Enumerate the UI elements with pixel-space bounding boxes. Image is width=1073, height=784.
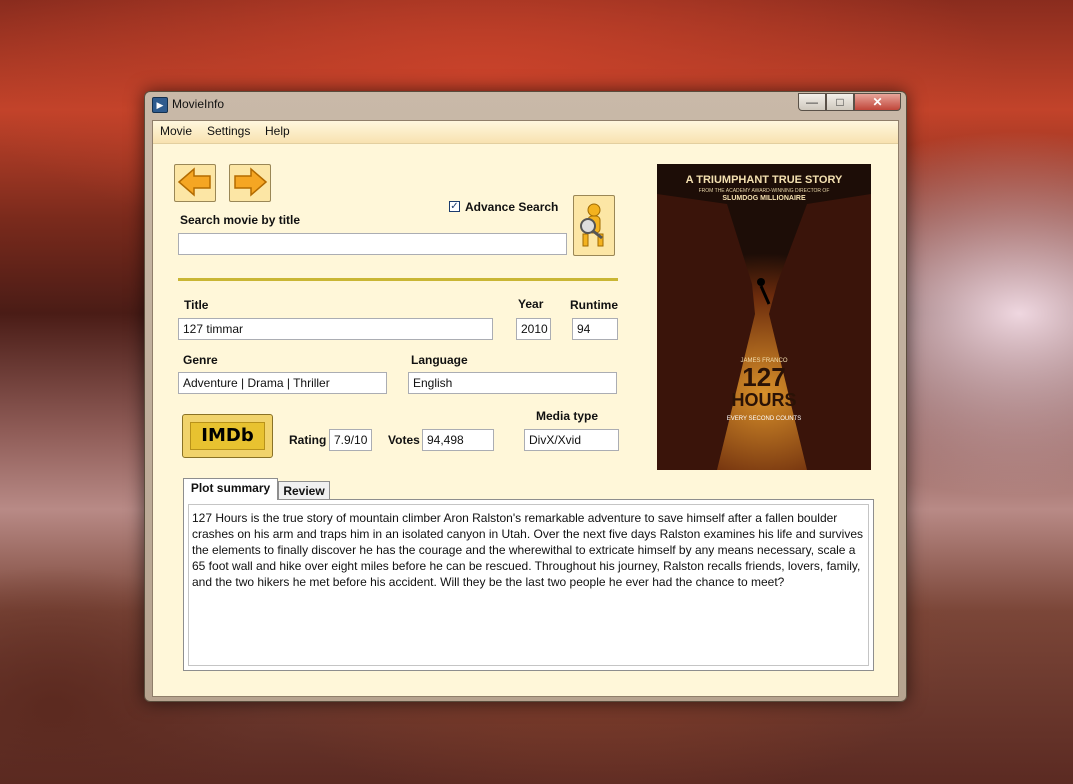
runtime-field[interactable]: 94 [572, 318, 618, 340]
media-type-label: Media type [536, 409, 599, 423]
arrow-left-icon [177, 167, 211, 197]
search-label: Search movie by title [180, 213, 301, 227]
media-type-field[interactable]: DivX/Xvid [524, 429, 619, 451]
advance-search-checkbox[interactable]: ✓ [449, 201, 460, 212]
client-area: Movie Settings Help ✓ Advance Search Sea… [152, 120, 899, 697]
title-field[interactable]: 127 timmar [178, 318, 493, 340]
tab-plot-summary[interactable]: Plot summary [183, 478, 278, 500]
menu-bar: Movie Settings Help [153, 121, 898, 144]
rating-label: Rating [289, 433, 327, 447]
menu-help[interactable]: Help [265, 124, 290, 138]
maximize-button[interactable]: □ [826, 93, 854, 111]
poster-title-number: 127 [742, 362, 786, 392]
votes-field[interactable]: 94,498 [422, 429, 494, 451]
app-icon: ▶ [152, 97, 168, 113]
movie-poster: A TRIUMPHANT TRUE STORY FROM THE ACADEMY… [657, 164, 871, 470]
search-input[interactable] [178, 233, 567, 255]
search-figure-icon [580, 203, 604, 247]
poster-title-word: HOURS [731, 390, 797, 410]
menu-settings[interactable]: Settings [207, 124, 250, 138]
next-button[interactable] [229, 164, 271, 202]
advance-search-label: Advance Search [465, 200, 559, 214]
movieinfo-window: ▶ MovieInfo — □ ✕ Movie Settings Help ✓ … [144, 91, 907, 702]
arrow-right-icon [234, 167, 268, 197]
canyon-art-icon [657, 194, 871, 470]
title-label: Title [184, 298, 209, 312]
title-bar[interactable]: ▶ MovieInfo — □ ✕ [145, 92, 906, 118]
window-title: MovieInfo [172, 97, 225, 111]
language-field[interactable]: English [408, 372, 617, 394]
section-divider [178, 278, 618, 281]
rating-field[interactable]: 7.9/10 [329, 429, 372, 451]
genre-field[interactable]: Adventure | Drama | Thriller [178, 372, 387, 394]
year-label: Year [518, 297, 544, 311]
votes-label: Votes [388, 433, 420, 447]
plot-summary-text[interactable]: 127 Hours is the true story of mountain … [188, 504, 869, 666]
previous-button[interactable] [174, 164, 216, 202]
search-button[interactable] [573, 195, 615, 256]
menu-movie[interactable]: Movie [160, 124, 192, 138]
year-field[interactable]: 2010 [516, 318, 551, 340]
tab-review[interactable]: Review [278, 481, 330, 500]
close-button[interactable]: ✕ [854, 93, 901, 111]
tab-panel: 127 Hours is the true story of mountain … [183, 499, 874, 671]
language-label: Language [411, 353, 468, 367]
imdb-logo-icon: IMDb [190, 422, 265, 450]
runtime-label: Runtime [570, 298, 618, 312]
poster-tagline: A TRIUMPHANT TRUE STORY [685, 174, 843, 186]
genre-label: Genre [183, 353, 218, 367]
imdb-button[interactable]: IMDb [182, 414, 273, 458]
minimize-button[interactable]: — [798, 93, 826, 111]
poster-tagline-2: EVERY SECOND COUNTS [726, 416, 802, 422]
poster-subline: FROM THE ACADEMY AWARD-WINNING DIRECTOR … [698, 188, 830, 194]
poster-director-film: SLUMDOG MILLIONAIRE [722, 195, 806, 202]
